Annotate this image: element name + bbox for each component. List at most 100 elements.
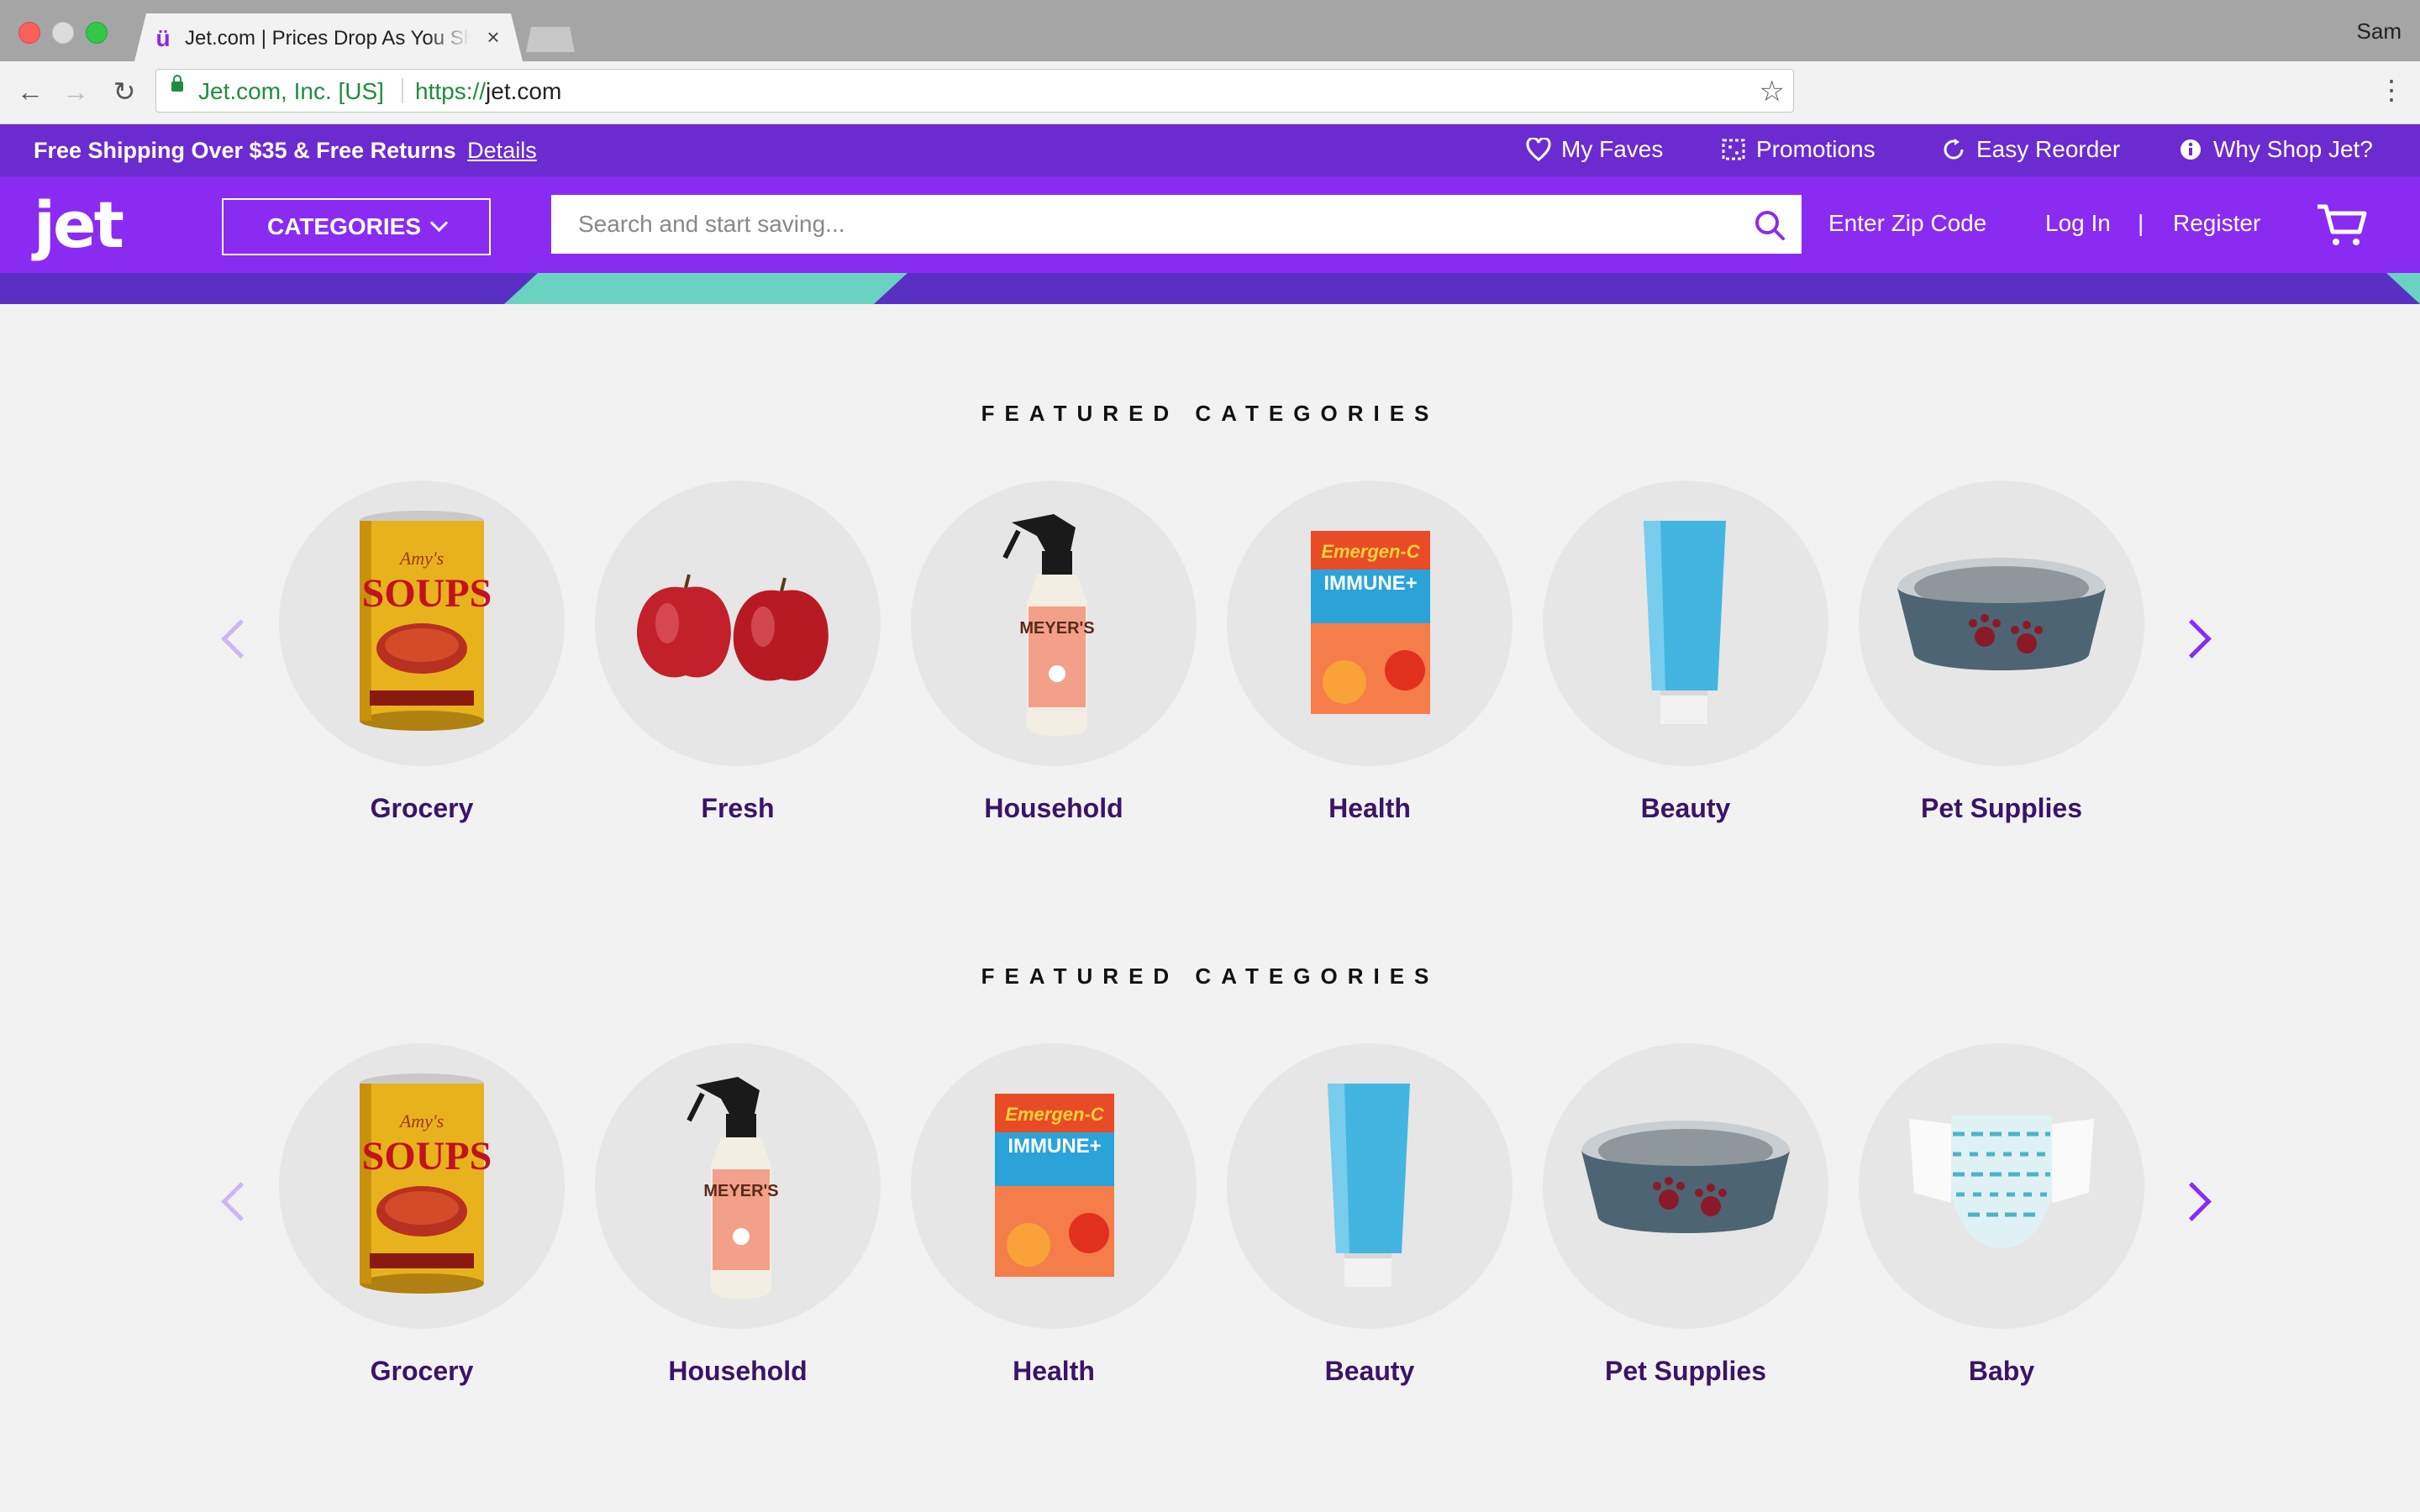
category-image-circle: MEYER'S (595, 1043, 881, 1329)
category-pet-supplies[interactable]: Pet Supplies (1859, 480, 2144, 833)
category-label: Pet Supplies (1604, 1356, 1767, 1386)
zip-code-link[interactable]: Enter Zip Code (1828, 210, 1986, 237)
category-pet-supplies[interactable]: Pet Supplies (1543, 1043, 1828, 1396)
bookmark-star-icon[interactable]: ☆ (1760, 75, 1785, 108)
category-health[interactable]: Emergen-C IMMUNE+ Health (1227, 480, 1512, 833)
category-household[interactable]: MEYER'S Household (911, 480, 1197, 833)
category-image-circle (1859, 1043, 2144, 1329)
category-label: Fresh (701, 793, 775, 823)
category-grocery[interactable]: Amy's SOUPS Grocery (279, 480, 565, 833)
zoom-window-button[interactable] (86, 22, 108, 44)
forward-arrow-icon[interactable]: → (60, 76, 91, 107)
register-link[interactable]: Register (2173, 210, 2260, 237)
svg-text:MEYER'S: MEYER'S (703, 1182, 778, 1200)
my-faves-label: My Faves (1561, 136, 1664, 162)
search-input[interactable] (551, 195, 1802, 254)
chevron-left-icon (221, 619, 260, 659)
browser-menu-icon[interactable]: ⋮ (2378, 75, 2405, 105)
browser-tab-active[interactable]: ü Jet.com | Prices Drop As You Shop × (134, 13, 523, 61)
soup-can-icon: Amy's SOUPS (360, 511, 492, 731)
promotions-label: Promotions (1756, 136, 1876, 162)
tab-title: Jet.com | Prices Drop As You Shop (185, 27, 471, 50)
hero-banner-strip[interactable] (0, 273, 2420, 304)
spray-bottle-icon: MEYER'S (687, 1077, 779, 1299)
url-host: jet.com (486, 78, 562, 104)
category-grocery[interactable]: Amy's SOUPS Grocery (279, 1043, 565, 1396)
soup-can-icon: Amy's SOUPS (360, 1074, 492, 1294)
jet-logo[interactable]: jet (34, 192, 124, 259)
category-baby[interactable]: Baby (1859, 1043, 2144, 1396)
category-fresh[interactable]: Fresh (595, 480, 881, 833)
pet-bowl-icon (1581, 1121, 1790, 1233)
url-scheme: https:// (415, 78, 487, 104)
minimize-window-button[interactable] (52, 22, 74, 44)
close-window-button[interactable] (18, 22, 40, 44)
cart-icon[interactable] (2316, 202, 2368, 249)
free-shipping-text: Free Shipping Over $35 & Free Returns (34, 138, 456, 163)
easy-reorder-link[interactable]: Easy Reorder (1941, 136, 2120, 163)
why-shop-jet-link[interactable]: Why Shop Jet? (2178, 136, 2373, 163)
category-image-circle (1227, 1043, 1512, 1329)
main-nav: jet CATEGORIES Enter Zip Code Log In | R… (0, 176, 2420, 273)
promo-bar: Free Shipping Over $35 & Free Returns De… (0, 124, 2420, 176)
categories-label: CATEGORIES (266, 213, 422, 239)
tube-icon (1644, 521, 1726, 724)
category-image-circle (1543, 1043, 1828, 1329)
details-link[interactable]: Details (467, 138, 537, 163)
categories-button[interactable]: CATEGORIES (222, 198, 491, 255)
svg-text:Amy's: Amy's (398, 548, 444, 569)
category-beauty[interactable]: Beauty (1227, 1043, 1512, 1396)
lock-icon (171, 75, 183, 92)
carousel-prev-arrow[interactable] (215, 1176, 260, 1226)
hero-shape (504, 273, 908, 304)
category-image-circle: Emergen-C IMMUNE+ (1227, 480, 1512, 766)
category-image-circle (595, 480, 881, 766)
hero-shape-right (2386, 273, 2420, 304)
site-identity: Jet.com, Inc. [US] (198, 78, 384, 104)
reorder-icon (1944, 139, 1964, 160)
chevron-down-icon (429, 213, 449, 233)
easy-reorder-label: Easy Reorder (1976, 136, 2121, 162)
chevron-right-icon (2172, 1182, 2212, 1221)
category-household[interactable]: MEYER'S Household (595, 1043, 881, 1396)
category-health[interactable]: Emergen-C IMMUNE+ Health (911, 1043, 1197, 1396)
address-bar[interactable]: Jet.com, Inc. [US] https://jet.com ☆ (155, 69, 1794, 113)
section-title: FEATURED CATEGORIES (981, 963, 1439, 989)
my-faves-link[interactable]: My Faves (1526, 136, 1663, 163)
back-arrow-icon[interactable]: ← (15, 76, 45, 107)
category-label: Grocery (370, 1356, 474, 1386)
svg-text:Amy's: Amy's (398, 1110, 444, 1131)
category-label: Household (668, 1356, 808, 1386)
promotions-link[interactable]: Promotions (1721, 136, 1876, 163)
section-title: FEATURED CATEGORIES (981, 401, 1439, 426)
jet-favicon-icon: ü (155, 25, 171, 51)
svg-text:IMMUNE+: IMMUNE+ (1323, 572, 1417, 595)
tab-close-icon[interactable]: × (481, 24, 506, 50)
new-tab-button[interactable] (526, 27, 575, 52)
category-label: Household (984, 793, 1123, 823)
info-icon (2181, 139, 2201, 160)
carousel-next-arrow[interactable] (2172, 1176, 2212, 1226)
carousel-next-arrow[interactable] (2172, 613, 2212, 664)
svg-text:MEYER'S: MEYER'S (1019, 619, 1094, 638)
category-beauty[interactable]: Beauty (1543, 480, 1828, 833)
heart-icon (1526, 137, 1551, 161)
why-shop-jet-label: Why Shop Jet? (2213, 136, 2373, 162)
category-label: Health (1013, 1356, 1095, 1386)
browser-titlebar: ü Jet.com | Prices Drop As You Shop × Sa… (0, 0, 2420, 61)
category-image-circle: Amy's SOUPS (279, 1043, 565, 1329)
svg-text:SOUPS: SOUPS (362, 571, 492, 616)
login-link[interactable]: Log In (2045, 210, 2111, 237)
carousel-prev-arrow[interactable] (215, 613, 260, 664)
reload-icon[interactable]: ↻ (109, 76, 139, 107)
category-image-circle (1859, 480, 2144, 766)
profile-name[interactable]: Sam (2357, 18, 2402, 45)
spray-bottle-icon: MEYER'S (1002, 514, 1095, 736)
url-text[interactable]: https://jet.com (415, 77, 561, 106)
svg-text:Emergen-C: Emergen-C (1005, 1104, 1104, 1125)
category-label: Pet Supplies (1920, 793, 2083, 823)
svg-text:IMMUNE+: IMMUNE+ (1007, 1135, 1101, 1158)
search-icon[interactable] (1753, 208, 1786, 242)
vitamin-box-icon: Emergen-C IMMUNE+ (1311, 531, 1430, 714)
category-image-circle: Emergen-C IMMUNE+ (911, 1043, 1197, 1329)
